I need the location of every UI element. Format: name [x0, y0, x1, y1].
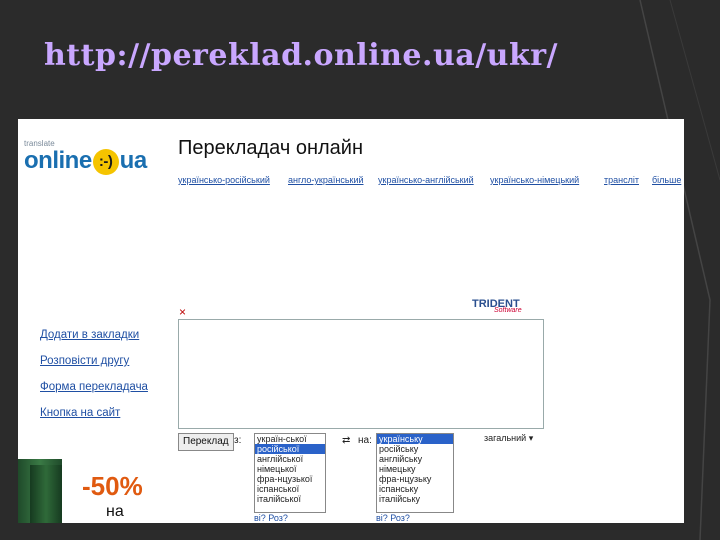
source-lang-option[interactable]: україн-ської [255, 434, 325, 444]
source-text-input[interactable] [178, 319, 544, 429]
nav-link-more[interactable]: більше [652, 175, 681, 185]
sidebar-link-bookmark[interactable]: Додати в закладки [40, 329, 139, 341]
website-screenshot: translate online:-) ua Перекладач онлайн … [18, 119, 684, 523]
source-lang-option[interactable]: німецької [255, 464, 325, 474]
logo-text-right: ua [119, 147, 148, 174]
source-language-list[interactable]: україн-ської російської англійської німе… [254, 433, 326, 513]
target-lang-option[interactable]: італійську [377, 494, 453, 504]
barrel-image-2 [30, 465, 62, 523]
bottom-link-right[interactable]: ві? Роз? [376, 513, 410, 523]
to-label: на: [358, 435, 372, 446]
topic-dropdown[interactable]: загальний ▾ [484, 433, 544, 444]
target-lang-option[interactable]: фра-нцузьку [377, 474, 453, 484]
promo-discount: -50% [82, 471, 143, 501]
nav-link-translit[interactable]: трансліт [604, 175, 639, 185]
target-lang-option[interactable]: російську [377, 444, 453, 454]
swap-icon[interactable]: ⇄ [342, 435, 350, 446]
trident-brand-sub: Software [494, 307, 522, 314]
promo-text: на [106, 503, 124, 520]
nav-link-ukr-ger[interactable]: українсько-німецький [490, 175, 579, 185]
clear-icon[interactable]: × [179, 305, 186, 319]
logo-text-left: online [24, 147, 92, 174]
sidebar-link-site-button[interactable]: Кнопка на сайт [40, 407, 120, 419]
source-lang-option[interactable]: іспанської [255, 484, 325, 494]
nav-bar: українсько-російський англо-український … [178, 175, 684, 189]
logo-wordmark: online:-) ua [24, 147, 147, 175]
from-label: з: [234, 435, 242, 446]
site-logo[interactable]: translate online:-) ua [24, 139, 174, 179]
topic-dropdown-value: загальний [484, 433, 527, 443]
sidebar-link-tell-friend[interactable]: Розповісти другу [40, 355, 129, 367]
target-lang-option[interactable]: німецьку [377, 464, 453, 474]
source-lang-option-selected[interactable]: російської [255, 444, 325, 454]
target-language-list[interactable]: українську російську англійську німецьку… [376, 433, 454, 513]
target-lang-option-selected[interactable]: українську [377, 434, 453, 444]
promo-banner[interactable]: -50% на [18, 459, 158, 523]
source-lang-option[interactable]: англійської [255, 454, 325, 464]
chevron-down-icon: ▾ [528, 433, 534, 443]
target-lang-option[interactable]: іспанську [377, 484, 453, 494]
sidebar-link-translator-form[interactable]: Форма перекладача [40, 381, 148, 393]
target-lang-option[interactable]: англійську [377, 454, 453, 464]
slide-title: http://pereklad.online.ua/ukr/ [44, 38, 559, 73]
translate-button[interactable]: Переклад [178, 433, 234, 451]
bottom-link-left[interactable]: ві? Роз? [254, 513, 288, 523]
page-title: Перекладач онлайн [178, 137, 364, 159]
nav-link-ukr-eng[interactable]: українсько-англійський [378, 175, 474, 185]
nav-link-ukr-rus[interactable]: українсько-російський [178, 175, 270, 185]
nav-link-eng-ukr[interactable]: англо-український [288, 175, 364, 185]
smiley-icon: :-) [92, 148, 119, 175]
source-lang-option[interactable]: італійської [255, 494, 325, 504]
source-lang-option[interactable]: фра-нцузької [255, 474, 325, 484]
